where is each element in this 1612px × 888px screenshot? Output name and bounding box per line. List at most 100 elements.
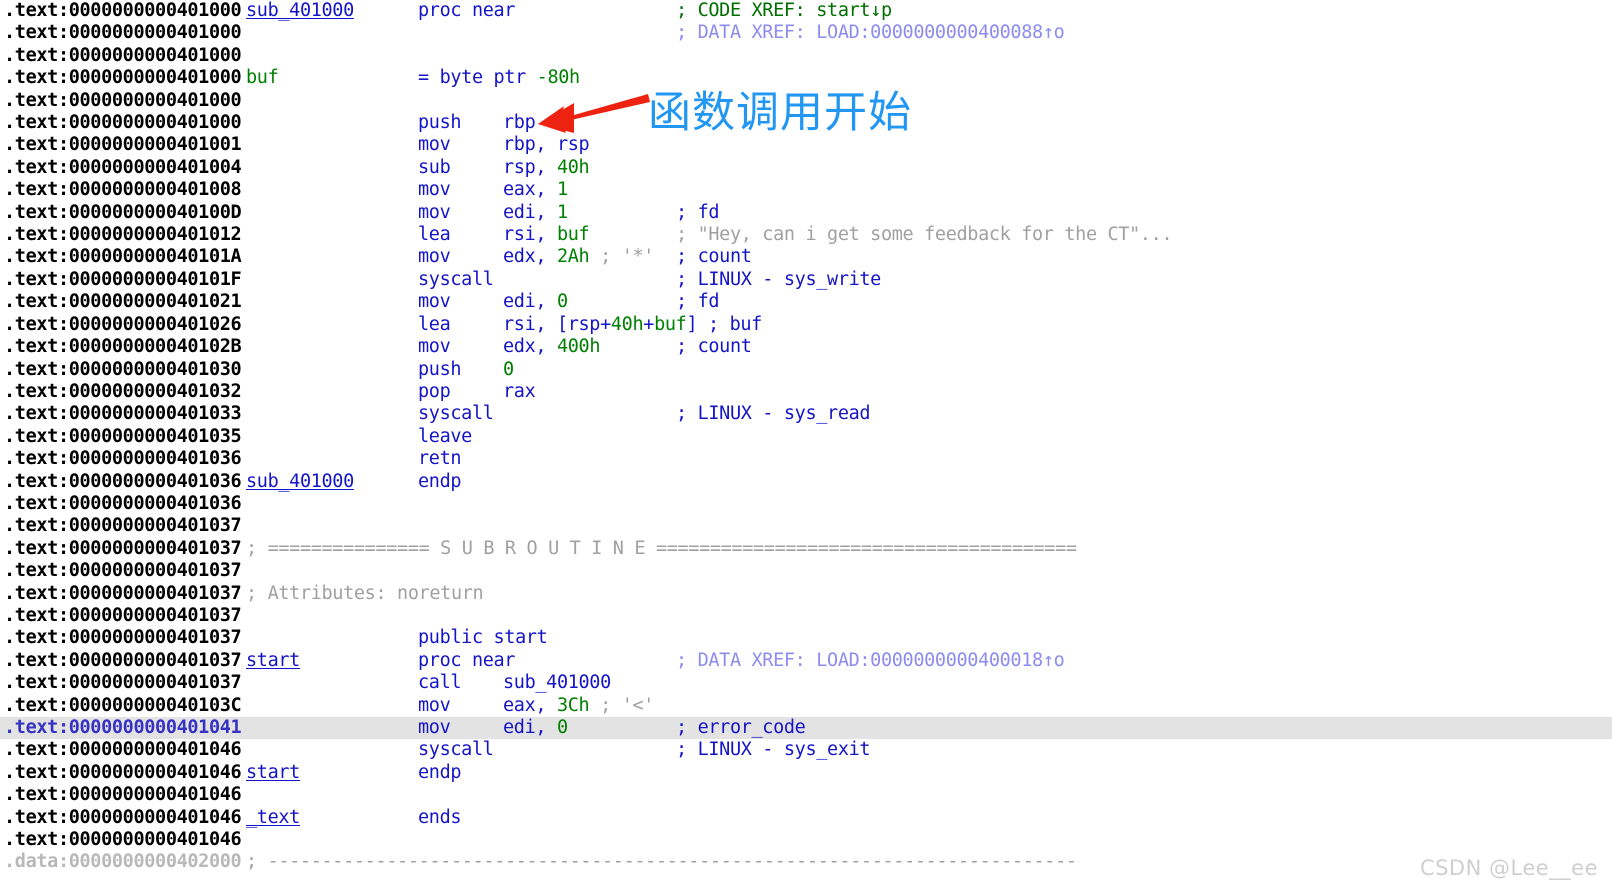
disassembly-line[interactable]: .text:0000000000401046 start endp [0,762,1612,784]
disassembly-line[interactable]: .text:0000000000401041 mov edi, 0 ; error_c… [0,717,1612,740]
instruction-mnemonic[interactable]: mov [418,291,451,313]
instruction-operands[interactable]: rbp, rsp [503,134,590,156]
line-address: .text:0000000000401032 [4,380,242,402]
instruction-mnemonic[interactable]: call [418,672,462,694]
instruction-mnemonic[interactable]: syscall [418,739,494,761]
disassembly-line[interactable]: .text:0000000000401037; =============== … [0,538,1612,560]
disassembly-line[interactable]: .text:0000000000401036 retn [0,448,1612,470]
instruction-operands[interactable]: edi, 1 [503,202,568,224]
line-comment[interactable]: ; LINUX - sys_exit [676,739,871,761]
instruction-mnemonic[interactable]: mov [418,336,451,358]
disassembly-line[interactable]: .text:0000000000401030 push 0 [0,359,1612,381]
disassembly-line[interactable]: .text:0000000000401037 [0,515,1612,537]
instruction-operands[interactable]: edi, 0 [503,291,568,313]
instruction-operands[interactable]: rbp [503,112,536,134]
instruction-mnemonic[interactable]: proc near [418,650,515,672]
instruction-mnemonic[interactable]: pop [418,381,451,403]
disassembly-line[interactable]: .text:0000000000401037 start proc near ; DA… [0,650,1612,672]
instruction-operands[interactable]: 0 [503,359,514,381]
xref-comment[interactable]: ; DATA XREF: LOAD:0000000000400088↑o [676,22,1065,44]
instruction-mnemonic[interactable]: syscall [418,269,494,291]
disassembly-line[interactable]: .text:0000000000401046 _text ends [0,807,1612,829]
instruction-mnemonic[interactable]: lea [418,314,451,336]
line-comment[interactable]: ; fd [676,291,720,313]
instruction-mnemonic[interactable]: mov [418,202,451,224]
disassembly-line[interactable]: .text:0000000000401046 syscall ; LINUX - s… [0,739,1612,761]
symbol-name[interactable]: start [246,650,300,672]
disassembly-line[interactable]: .text:0000000000401000 sub_401000 proc nea… [0,0,1612,22]
instruction-operands[interactable]: edx, 2Ah ; '*' [503,246,654,268]
line-comment[interactable]: ; "Hey, can i get some feedback for the … [676,224,1173,246]
instruction-mnemonic[interactable]: lea [418,224,451,246]
xref-comment[interactable]: ; DATA XREF: LOAD:0000000000400018↑o [676,650,1065,672]
instruction-mnemonic[interactable]: ends [418,807,462,829]
disassembly-line[interactable]: .text:000000000040103C mov eax, 3Ch ; '<' [0,695,1612,717]
symbol-name[interactable]: sub_401000 [246,471,354,493]
instruction-mnemonic[interactable]: mov [418,179,451,201]
line-comment[interactable]: ; fd [676,202,720,224]
disassembly-line[interactable]: .data:0000000000402000; ----------------… [0,851,1612,873]
disassembly-line[interactable]: .text:0000000000401026 lea rsi, [rsp+40h+b… [0,314,1612,336]
disassembly-line[interactable]: .text:000000000040101F syscall ; LINUX - s… [0,269,1612,291]
instruction-operands[interactable]: eax, 3Ch ; '<' [503,695,654,717]
disassembly-line[interactable]: .text:0000000000401037 public start [0,627,1612,649]
symbol-name[interactable]: start [246,762,300,784]
disassembly-line[interactable]: .text:0000000000401036 [0,493,1612,515]
line-comment[interactable]: ; error_code [676,717,806,739]
line-comment[interactable]: ; count [676,336,752,358]
disassembly-line[interactable]: .text:0000000000401046 [0,784,1612,806]
instruction-mnemonic[interactable]: mov [418,246,451,268]
disassembly-line[interactable]: .text:000000000040100D mov edi, 1 ; fd [0,202,1612,224]
instruction-operands[interactable]: rsi, [rsp+40h+buf] ; buf [503,314,762,336]
line-comment[interactable]: ; LINUX - sys_write [676,269,881,291]
line-comment[interactable]: ; count [676,246,752,268]
ida-disassembly-view[interactable]: .text:0000000000401000 sub_401000 proc nea… [0,0,1612,888]
disassembly-line[interactable]: .text:0000000000401012 lea rsi, buf ; "Hey,… [0,224,1612,246]
line-address: .text:0000000000401046 [4,739,242,761]
instruction-operands[interactable]: rsi, buf [503,224,590,246]
disassembly-line[interactable]: .text:0000000000401037 call sub_401000 [0,672,1612,694]
line-address: .text:0000000000401046 [4,806,242,828]
disassembly-line[interactable]: .text:000000000040101A mov edx, 2Ah ; '*';… [0,246,1612,268]
disassembly-line[interactable]: .text:0000000000401046 [0,829,1612,851]
disassembly-line[interactable]: .text:0000000000401032 pop rax [0,381,1612,403]
disassembly-line[interactable]: .text:0000000000401036 sub_401000 endp [0,471,1612,493]
disassembly-line[interactable]: .text:000000000040102B mov edx, 400h ; coun… [0,336,1612,358]
disassembly-line[interactable]: .text:0000000000401000 [0,45,1612,67]
disassembly-line[interactable]: .text:0000000000401033 syscall ; LINUX - s… [0,403,1612,425]
disassembly-line[interactable]: .text:0000000000401004 sub rsp, 40h [0,157,1612,179]
instruction-mnemonic[interactable]: endp [418,762,462,784]
instruction-mnemonic[interactable]: push [418,359,462,381]
instruction-mnemonic[interactable]: mov [418,695,451,717]
xref-comment[interactable]: ; CODE XREF: start↓p [676,0,892,22]
instruction-operands[interactable]: sub_401000 [503,672,611,694]
instruction-mnemonic[interactable]: retn [418,448,462,470]
instruction-mnemonic[interactable]: leave [418,426,472,448]
disassembly-line[interactable]: .text:0000000000401021 mov edi, 0 ; fd [0,291,1612,313]
instruction-mnemonic[interactable]: endp [418,471,462,493]
symbol-name[interactable]: _text [246,807,300,829]
symbol-name[interactable]: sub_401000 [246,0,354,22]
instruction-operands[interactable]: = byte ptr -80h [418,67,580,89]
instruction-operands[interactable]: rax [503,381,536,403]
disassembly-line[interactable]: .text:0000000000401037 [0,605,1612,627]
line-address: .text:0000000000401001 [4,134,242,156]
disassembly-line[interactable]: .text:0000000000401035 leave [0,426,1612,448]
variable-name[interactable]: buf [246,67,279,89]
instruction-operands[interactable]: edx, 400h [503,336,600,358]
instruction-mnemonic[interactable]: sub [418,157,451,179]
instruction-mnemonic[interactable]: mov [418,717,451,739]
instruction-mnemonic[interactable]: push [418,112,462,134]
instruction-mnemonic[interactable]: public start [418,627,548,649]
disassembly-line[interactable]: .text:0000000000401008 mov eax, 1 [0,179,1612,201]
instruction-operands[interactable]: eax, 1 [503,179,568,201]
disassembly-line[interactable]: .text:0000000000401000 ; DATA XREF: LOAD:… [0,22,1612,44]
line-comment[interactable]: ; LINUX - sys_read [676,403,871,425]
instruction-mnemonic[interactable]: mov [418,134,451,156]
instruction-mnemonic[interactable]: syscall [418,403,494,425]
disassembly-line[interactable]: .text:0000000000401037 [0,560,1612,582]
instruction-operands[interactable]: rsp, 40h [503,157,590,179]
instruction-mnemonic[interactable]: proc near [418,0,515,22]
instruction-operands[interactable]: edi, 0 [503,717,568,739]
disassembly-line[interactable]: .text:0000000000401037; Attributes: nore… [0,583,1612,605]
